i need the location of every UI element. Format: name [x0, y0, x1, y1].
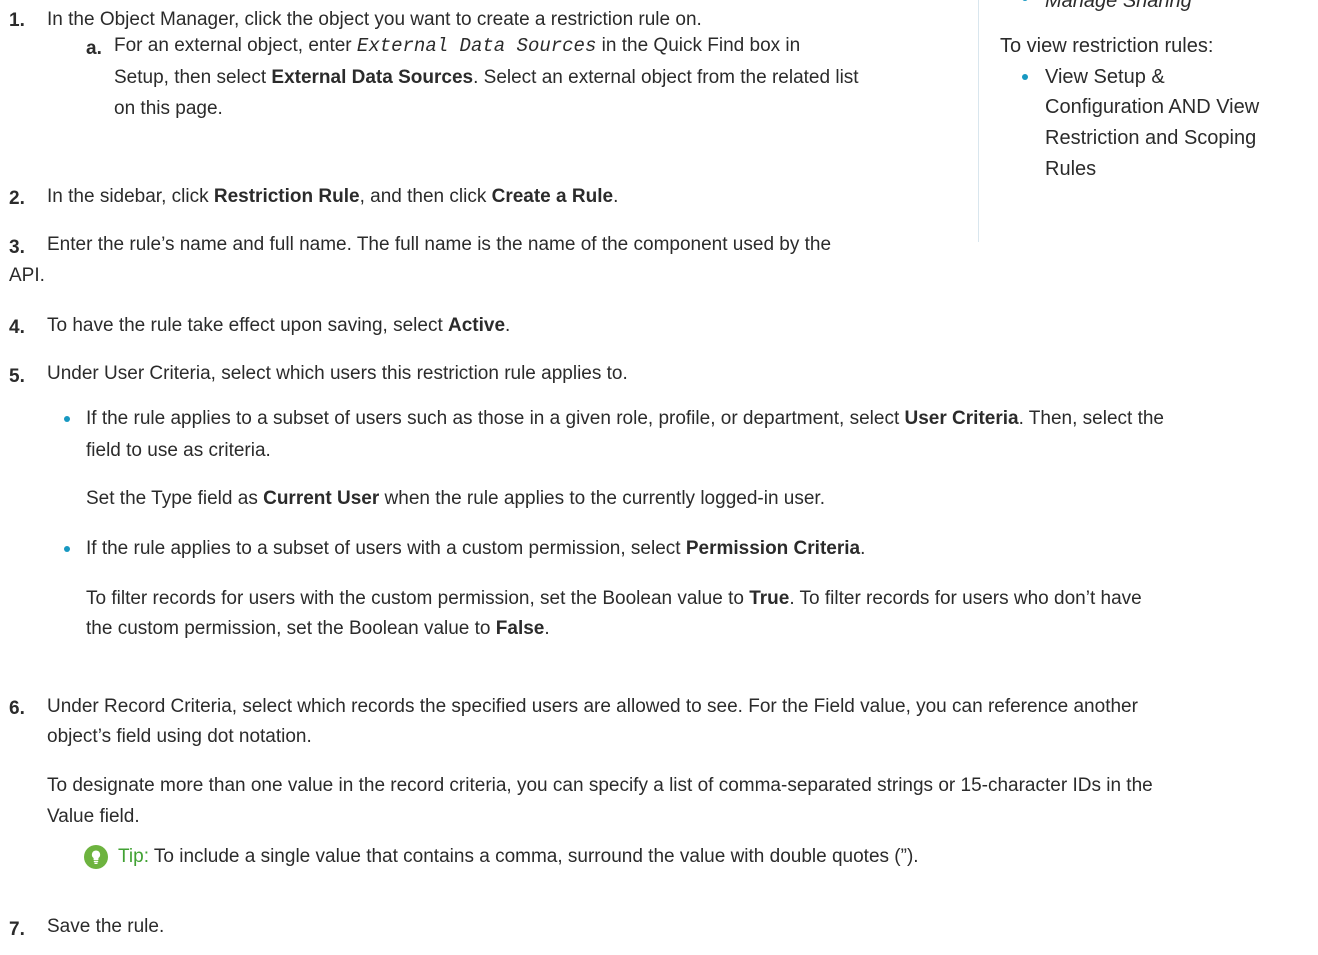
step-text: Save the rule. — [47, 916, 165, 937]
tip-label: Tip: — [118, 846, 149, 867]
substep-letter: a. — [86, 38, 102, 59]
step-text: object’s field using dot notation. — [47, 726, 312, 747]
sidebar-divider — [978, 0, 979, 242]
bullet-text: If the rule applies to a subset of users… — [86, 538, 866, 559]
bullet-text: If the rule applies to a subset of users… — [86, 408, 1164, 429]
step-number: 1. — [9, 10, 25, 31]
tip-text: To include a single value that contains … — [148, 846, 919, 867]
step-number: 7. — [9, 919, 25, 940]
bullet-paragraph: To filter records for users with the cus… — [86, 588, 1142, 609]
step-number: 2. — [9, 188, 25, 209]
step-text: Under User Criteria, select which users … — [47, 363, 628, 384]
bullet-paragraph: Set the Type field as Current User when … — [86, 488, 825, 509]
substep-line: Setup, then select External Data Sources… — [114, 67, 859, 88]
sidebar-heading: To view restriction rules: — [1000, 35, 1214, 57]
bullet-text: field to use as criteria. — [86, 440, 271, 461]
step-paragraph: Value field. — [47, 806, 140, 827]
sidebar-item-manage-sharing: Manage Sharing — [1045, 0, 1192, 12]
step-number: 3. — [9, 237, 25, 258]
step-text: Enter the rule’s name and full name. The… — [47, 234, 832, 255]
step-number: 5. — [9, 366, 25, 387]
sidebar-item-line: Restriction and Scoping — [1045, 127, 1257, 149]
step-text: Under Record Criteria, select which reco… — [47, 696, 1138, 717]
code-text: External Data Sources — [356, 35, 597, 57]
step-paragraph: To designate more than one value in the … — [47, 775, 1153, 796]
sidebar-item-line: View Setup & — [1045, 66, 1165, 88]
sidebar-item-line: Rules — [1045, 158, 1097, 180]
step-text: In the sidebar, click Restriction Rule, … — [47, 186, 619, 207]
substep-line: on this page. — [114, 98, 223, 119]
bullet — [64, 546, 70, 552]
bullet-paragraph: the custom permission, set the Boolean v… — [86, 618, 550, 639]
step-number: 4. — [9, 317, 25, 338]
step-text: To have the rule take effect upon saving… — [47, 315, 511, 336]
substep-line: For an external object, enter External D… — [114, 35, 801, 57]
step-text-wrap: API. — [9, 265, 45, 286]
sidebar-item-line: Configuration AND View — [1045, 96, 1260, 118]
sidebar-bullet — [1022, 0, 1028, 1]
lightbulb-icon — [84, 845, 108, 869]
bullet — [64, 416, 70, 422]
tip-line: Tip: To include a single value that cont… — [118, 842, 919, 872]
sidebar-bullet — [1022, 74, 1028, 80]
step-number: 6. — [9, 698, 25, 719]
